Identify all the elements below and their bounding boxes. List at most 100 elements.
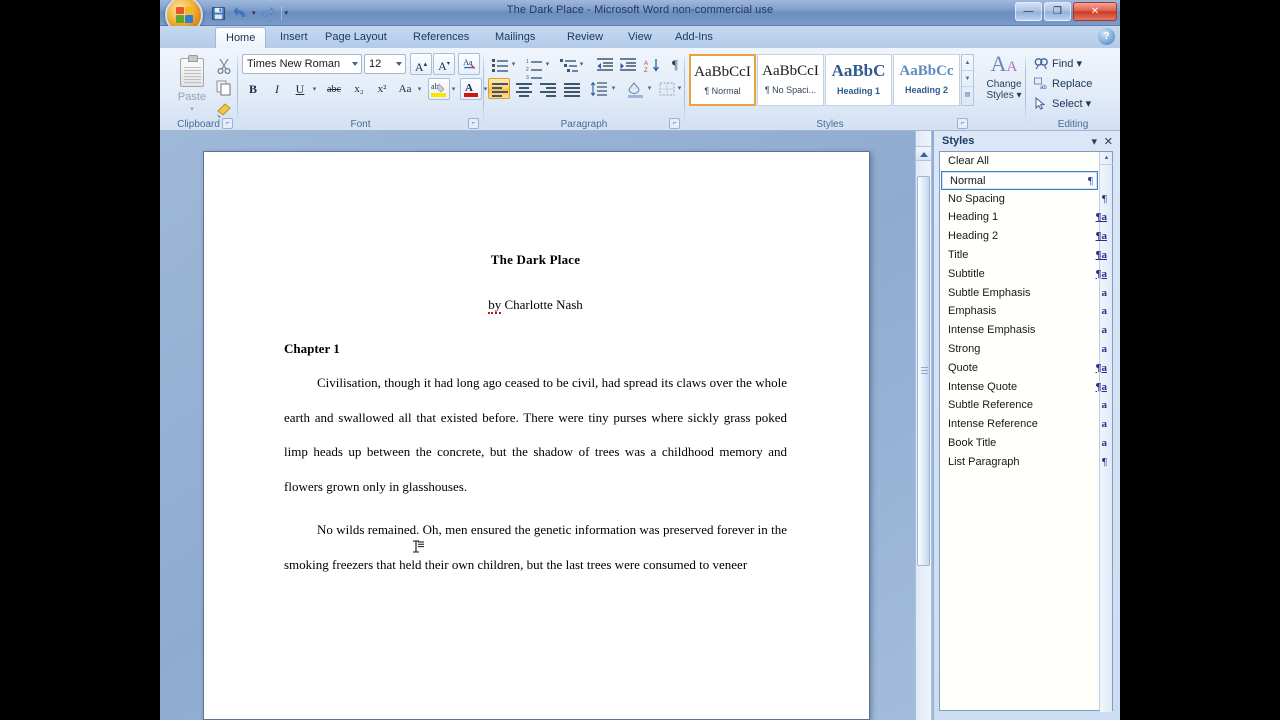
clipboard-dialog-launcher[interactable]: ⌐ — [222, 118, 233, 129]
help-icon[interactable]: ? — [1098, 28, 1115, 45]
style-sample: AaBbCcI — [694, 64, 751, 80]
document-body[interactable]: The Dark Place by Charlotte Nash Chapter… — [284, 252, 787, 582]
select-button[interactable]: Select ▾ — [1034, 94, 1114, 114]
text-highlight-button[interactable]: ab — [428, 78, 450, 100]
style-marker-character: a — [1101, 399, 1108, 412]
superscript-button[interactable]: x² — [371, 78, 393, 100]
document-page[interactable]: The Dark Place by Charlotte Nash Chapter… — [203, 151, 870, 720]
style-gallery-no-spacing[interactable]: AaBbCcI ¶ No Spaci... — [757, 54, 824, 106]
strikethrough-button[interactable]: abc — [323, 78, 345, 100]
style-item-strong[interactable]: Strong a — [940, 340, 1112, 359]
style-item-heading-2[interactable]: Heading 2 ¶a — [940, 227, 1112, 246]
style-item-title[interactable]: Title ¶a — [940, 246, 1112, 265]
font-size-combo[interactable]: 12 — [364, 54, 406, 74]
grow-font-button[interactable]: A▴ — [410, 53, 432, 75]
tab-insert[interactable]: Insert — [270, 27, 318, 48]
decrease-indent-button[interactable] — [594, 54, 616, 75]
misspelled-word: by — [488, 297, 502, 314]
shrink-font-button[interactable]: A▾ — [433, 53, 455, 75]
style-gallery-scroll[interactable]: ▲ ▼ ▤ — [961, 54, 974, 106]
minimize-button[interactable]: — — [1015, 2, 1042, 21]
style-item-emphasis[interactable]: Emphasis a — [940, 302, 1112, 321]
paste-button[interactable]: Paste ▾ — [168, 54, 214, 120]
paragraph-dialog-launcher[interactable]: ⌐ — [669, 118, 680, 129]
underline-dropdown-icon[interactable]: ▾ — [309, 78, 320, 100]
gallery-scroll-up-icon[interactable]: ▲ — [962, 55, 973, 71]
show-formatting-marks-button[interactable]: ¶ — [664, 54, 686, 75]
gallery-more-icon[interactable]: ▤ — [962, 87, 973, 103]
style-gallery-heading-2[interactable]: AaBbCc Heading 2 — [893, 54, 960, 106]
style-item-intense-emphasis[interactable]: Intense Emphasis a — [940, 321, 1112, 340]
line-spacing-button[interactable] — [588, 78, 610, 99]
format-painter-button[interactable] — [212, 98, 234, 119]
scrollbar-thumb[interactable] — [917, 176, 930, 566]
line-spacing-dropdown-icon[interactable]: ▾ — [608, 78, 619, 99]
tab-review[interactable]: Review — [557, 27, 613, 48]
style-gallery-heading-1[interactable]: AaBbC Heading 1 — [825, 54, 892, 106]
italic-button[interactable]: I — [266, 78, 288, 100]
align-right-button[interactable] — [536, 78, 558, 99]
change-styles-button[interactable]: AA Change Styles ▾ — [979, 52, 1029, 102]
shading-dropdown-icon[interactable]: ▾ — [644, 78, 655, 99]
style-item-quote[interactable]: Quote ¶a — [940, 359, 1112, 378]
style-item-book-title[interactable]: Book Title a — [940, 434, 1112, 453]
style-marker-character: a — [1101, 324, 1108, 337]
font-color-button[interactable]: A — [460, 78, 482, 100]
multilevel-dropdown-icon[interactable]: ▾ — [576, 54, 587, 75]
change-case-dropdown-icon[interactable]: ▾ — [414, 78, 425, 100]
style-item-subtitle[interactable]: Subtitle ¶a — [940, 265, 1112, 284]
font-name-combo[interactable]: Times New Roman — [242, 54, 362, 74]
styles-group-label: Styles — [816, 119, 844, 130]
tab-view[interactable]: View — [618, 27, 662, 48]
styles-pane-options-icon[interactable]: ▾ — [1091, 135, 1097, 148]
align-center-button[interactable] — [512, 78, 534, 99]
styles-dialog-launcher[interactable]: ⌐ — [957, 118, 968, 129]
sort-button[interactable]: A Z — [641, 54, 663, 75]
gallery-scroll-down-icon[interactable]: ▼ — [962, 71, 973, 87]
style-gallery-normal[interactable]: AaBbCcI ¶ Normal — [689, 54, 756, 106]
style-item-list-paragraph[interactable]: List Paragraph ¶ — [940, 453, 1112, 472]
bullets-dropdown-icon[interactable]: ▾ — [508, 54, 519, 75]
shading-button[interactable] — [624, 78, 646, 99]
replace-button[interactable]: ab Replace — [1034, 74, 1114, 94]
find-button[interactable]: Find ▾ — [1034, 54, 1114, 74]
change-case-button[interactable]: Aa — [394, 78, 416, 100]
style-item-no-spacing[interactable]: No Spacing ¶ — [940, 190, 1112, 209]
tab-references[interactable]: References — [403, 27, 479, 48]
tab-home[interactable]: Home — [215, 27, 267, 48]
change-styles-line2: Styles ▾ — [986, 90, 1022, 101]
style-item-normal[interactable]: Normal ¶ — [941, 170, 1098, 190]
copy-button[interactable] — [212, 76, 234, 97]
tab-add-ins[interactable]: Add-Ins — [665, 27, 723, 48]
svg-text:A: A — [644, 61, 648, 67]
tab-mailings[interactable]: Mailings — [485, 27, 545, 48]
underline-button[interactable]: U — [289, 78, 311, 100]
align-left-button[interactable] — [488, 78, 510, 99]
style-item-subtle-emphasis[interactable]: Subtle Emphasis a — [940, 284, 1112, 303]
style-item-intense-reference[interactable]: Intense Reference a — [940, 415, 1112, 434]
style-marker-paragraph: ¶ — [1088, 174, 1093, 187]
paste-dropdown-icon[interactable]: ▾ — [169, 105, 215, 113]
multilevel-list-button[interactable] — [556, 54, 578, 75]
justify-button[interactable] — [560, 78, 582, 99]
style-item-intense-quote[interactable]: Intense Quote ¶a — [940, 378, 1112, 397]
highlight-dropdown-icon[interactable]: ▾ — [448, 78, 459, 100]
clear-formatting-button[interactable]: Aa — [458, 53, 480, 75]
style-item-subtle-reference[interactable]: Subtle Reference a — [940, 396, 1112, 415]
style-item-clear-all[interactable]: Clear All — [940, 152, 1112, 171]
cut-button[interactable] — [212, 54, 234, 75]
font-dialog-launcher[interactable]: ⌐ — [468, 118, 479, 129]
restore-button[interactable]: ❐ — [1044, 2, 1071, 21]
style-item-heading-1[interactable]: Heading 1 ¶a — [940, 208, 1112, 227]
increase-indent-button[interactable] — [617, 54, 639, 75]
tab-page-layout[interactable]: Page Layout — [315, 27, 397, 48]
numbering-dropdown-icon[interactable]: ▾ — [542, 54, 553, 75]
subscript-button[interactable]: x₂ — [348, 78, 370, 100]
close-button[interactable]: ✕ — [1073, 2, 1117, 21]
bullets-button[interactable] — [488, 54, 510, 75]
bold-button[interactable]: B — [242, 78, 264, 100]
scroll-up-arrow[interactable] — [915, 146, 932, 161]
style-item-label: Clear All — [948, 155, 989, 167]
numbering-button[interactable]: 1 2 3 — [522, 54, 544, 81]
styles-pane-close-icon[interactable]: ✕ — [1104, 135, 1113, 148]
